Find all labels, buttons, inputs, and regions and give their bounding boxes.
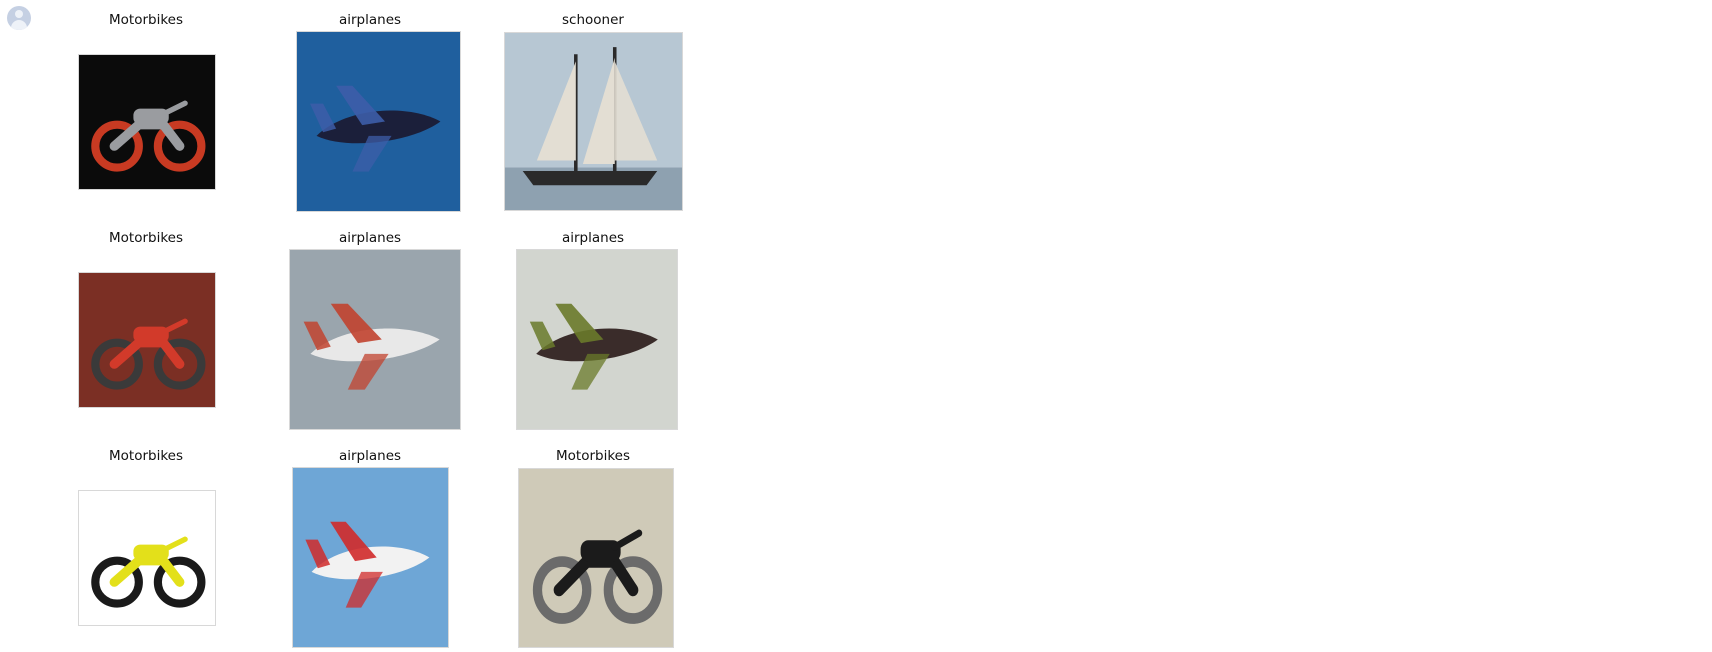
cell-title: Motorbikes bbox=[108, 230, 184, 246]
airplane-illustration bbox=[297, 32, 460, 211]
airplane-image bbox=[289, 249, 461, 430]
airplane-image bbox=[292, 467, 449, 648]
airplane-image bbox=[516, 249, 678, 430]
hull bbox=[522, 171, 658, 186]
avatar[interactable] bbox=[7, 6, 31, 30]
avatar-shoulders bbox=[11, 20, 27, 30]
cell-title: airplanes bbox=[561, 230, 625, 246]
cell-title: airplanes bbox=[338, 12, 402, 28]
cell-title: Motorbikes bbox=[108, 448, 184, 464]
motorbike-illustration bbox=[79, 491, 215, 625]
cell-title: airplanes bbox=[338, 230, 402, 246]
cell-title: Motorbikes bbox=[108, 12, 184, 28]
motorbike-illustration bbox=[79, 55, 215, 189]
schooner-image bbox=[504, 32, 683, 211]
avatar-head bbox=[15, 10, 23, 18]
airplane-image bbox=[296, 31, 461, 212]
cell-title: schooner bbox=[562, 12, 624, 28]
motorbike-illustration bbox=[79, 273, 215, 407]
motorbike-image bbox=[78, 490, 216, 626]
cell-title: airplanes bbox=[338, 448, 402, 464]
airplane-illustration bbox=[293, 468, 448, 647]
airplane-illustration bbox=[517, 250, 677, 429]
motorbike-image bbox=[78, 272, 216, 408]
airplane-illustration bbox=[290, 250, 460, 429]
motorbike-illustration bbox=[519, 469, 673, 647]
schooner-illustration bbox=[505, 33, 682, 210]
cell-title: Motorbikes bbox=[555, 448, 631, 464]
motorbike-image bbox=[78, 54, 216, 190]
motorbike-image bbox=[518, 468, 674, 648]
